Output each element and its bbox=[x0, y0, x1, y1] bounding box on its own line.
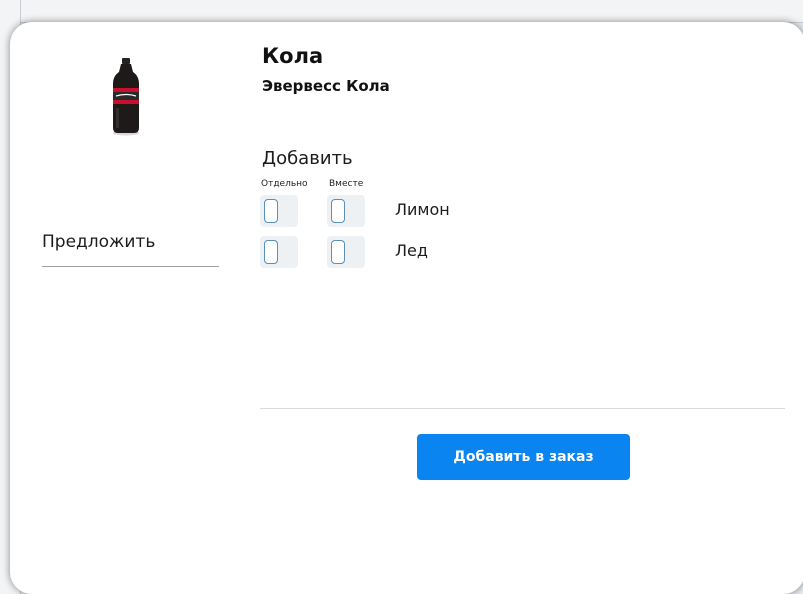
ice-together-checkbox[interactable] bbox=[327, 236, 365, 268]
background-header bbox=[0, 0, 803, 23]
add-to-order-button[interactable]: Добавить в заказ bbox=[417, 434, 630, 480]
option-row-ice: Лед bbox=[260, 236, 560, 268]
column-label-together: Вместе bbox=[329, 179, 364, 189]
ice-separate-checkbox[interactable] bbox=[260, 236, 298, 268]
suggest-field-underline[interactable] bbox=[42, 266, 219, 267]
product-subtitle: Эвервесс Кола bbox=[262, 77, 390, 95]
checkbox-icon bbox=[331, 199, 345, 223]
cola-bottle-icon bbox=[113, 58, 139, 136]
footer-divider bbox=[260, 408, 785, 409]
checkbox-icon bbox=[264, 240, 278, 264]
option-row-lemon: Лимон bbox=[260, 195, 560, 227]
checkbox-icon bbox=[264, 199, 278, 223]
add-section-heading: Добавить bbox=[262, 148, 353, 169]
column-label-separate: Отдельно bbox=[261, 179, 308, 189]
checkbox-icon bbox=[331, 240, 345, 264]
lemon-together-checkbox[interactable] bbox=[327, 195, 365, 227]
option-label-ice: Лед bbox=[395, 241, 428, 260]
suggest-field-label[interactable]: Предложить bbox=[42, 232, 155, 252]
option-label-lemon: Лимон bbox=[395, 200, 450, 219]
lemon-separate-checkbox[interactable] bbox=[260, 195, 298, 227]
product-title: Кола bbox=[262, 44, 324, 68]
product-modal: Предложить Кола Эвервесс Кола Добавить О… bbox=[10, 22, 803, 594]
